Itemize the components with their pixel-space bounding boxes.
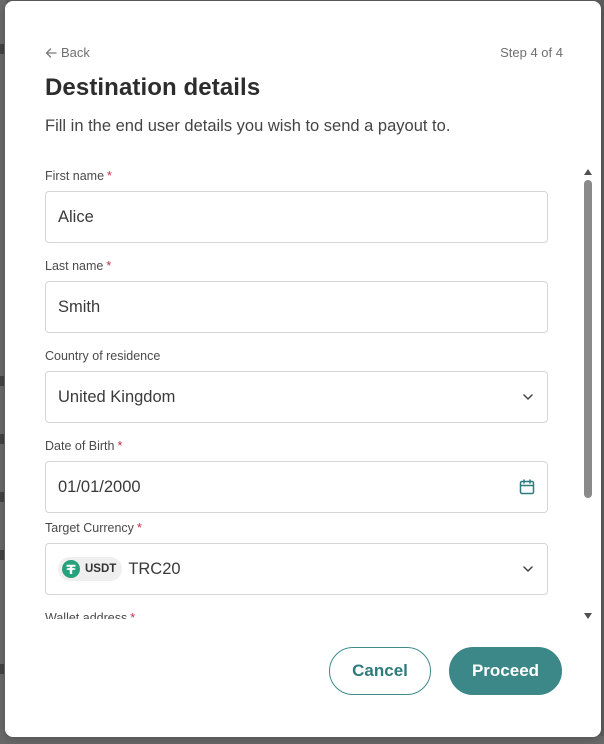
page-subtitle: Fill in the end user details you wish to… — [45, 117, 451, 135]
background-glyph — [0, 434, 4, 444]
country-field: Country of residence United Kingdom — [45, 347, 548, 423]
dob-input[interactable]: 01/01/2000 — [45, 461, 548, 513]
tether-icon — [62, 560, 80, 578]
currency-select[interactable]: USDT TRC20 — [45, 543, 548, 595]
chevron-down-icon — [523, 566, 533, 572]
background-footer — [0, 736, 604, 744]
required-marker: * — [117, 439, 123, 453]
scroll-down-arrow-icon[interactable] — [583, 612, 593, 620]
currency-badge: USDT — [58, 557, 123, 581]
form-scroll-area[interactable]: First name * Alice Last name * Smith Count… — [45, 161, 548, 619]
dob-label: Date of Birth * — [45, 439, 123, 453]
background-glyph — [0, 550, 4, 560]
currency-label: Target Currency * — [45, 521, 142, 535]
background-glyph — [0, 664, 4, 674]
first-name-label: First name * — [45, 169, 112, 183]
page-title: Destination details — [45, 74, 261, 101]
calendar-icon[interactable] — [519, 479, 535, 495]
country-value: United Kingdom — [58, 387, 176, 406]
last-name-value: Smith — [58, 297, 101, 316]
destination-details-modal: Back Step 4 of 4 Destination details Fil… — [5, 1, 601, 737]
back-button[interactable]: Back — [45, 45, 90, 60]
background-glyph — [0, 492, 4, 502]
currency-field: Target Currency * USDT TRC20 — [45, 519, 548, 595]
background-glyph — [0, 44, 4, 54]
currency-value: TRC20 — [128, 559, 181, 578]
last-name-field: Last name * Smith — [45, 257, 548, 333]
step-indicator: Step 4 of 4 — [500, 45, 563, 60]
country-select[interactable]: United Kingdom — [45, 371, 548, 423]
currency-badge-label: USDT — [85, 563, 117, 575]
scroll-up-arrow-icon[interactable] — [583, 168, 593, 176]
modal-topbar: Back Step 4 of 4 — [45, 45, 563, 61]
last-name-label: Last name * — [45, 259, 112, 273]
first-name-field: First name * Alice — [45, 167, 548, 243]
background-glyph — [0, 376, 4, 386]
back-label: Back — [61, 45, 90, 60]
wallet-label: Wallet address * — [45, 609, 548, 619]
dob-field: Date of Birth * 01/01/2000 — [45, 437, 548, 513]
required-marker: * — [136, 521, 142, 535]
proceed-button[interactable]: Proceed — [449, 647, 562, 695]
country-label: Country of residence — [45, 349, 161, 363]
scrollbar-thumb[interactable] — [584, 180, 592, 498]
required-marker: * — [130, 611, 136, 619]
required-marker: * — [107, 169, 112, 183]
cancel-button[interactable]: Cancel — [329, 647, 431, 695]
arrow-left-icon — [45, 47, 57, 58]
wallet-field: Wallet address * — [45, 609, 548, 619]
dob-value: 01/01/2000 — [58, 477, 141, 496]
first-name-value: Alice — [58, 207, 94, 226]
form-scrollbar[interactable] — [581, 164, 595, 624]
required-marker: * — [106, 259, 112, 273]
last-name-input[interactable]: Smith — [45, 281, 548, 333]
chevron-down-icon — [523, 394, 533, 400]
first-name-input[interactable]: Alice — [45, 191, 548, 243]
